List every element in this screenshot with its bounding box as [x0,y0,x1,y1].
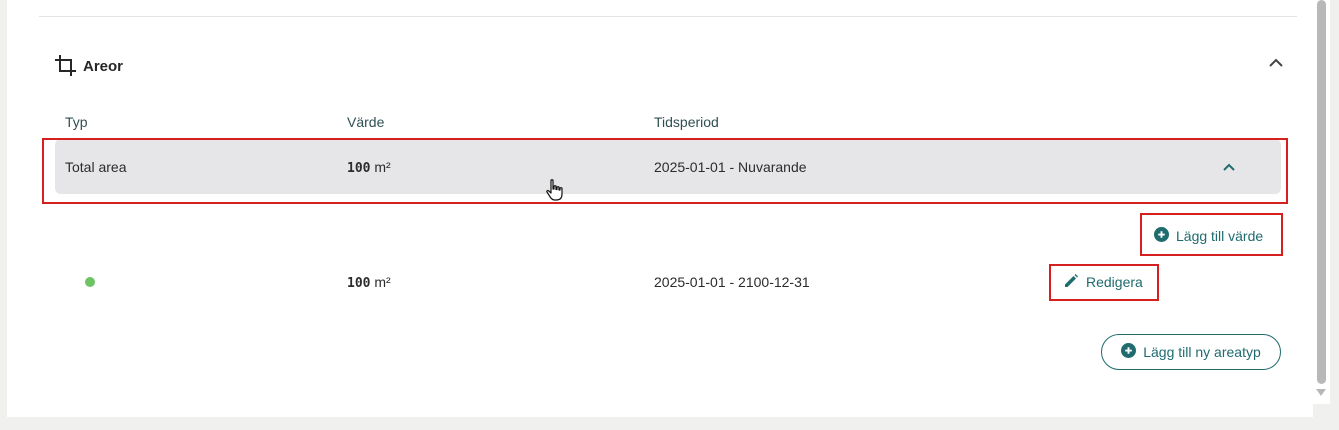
status-dot [85,277,95,287]
divider [39,16,1297,17]
pencil-icon [1063,273,1079,292]
plus-circle-icon [1154,227,1169,245]
collapse-row-button[interactable] [1221,159,1237,175]
row-period: 2025-01-01 - Nuvarande [654,159,807,175]
crop-icon [55,55,77,77]
detail-value-number: 100 [347,276,371,291]
add-area-type-label: Lägg till ny areatyp [1143,344,1261,360]
row-value-number: 100 [347,161,371,176]
edit-label: Redigera [1086,274,1143,290]
add-area-type-button[interactable]: Lägg till ny areatyp [1101,334,1281,370]
row-value-unit: m² [374,159,391,175]
areas-card: Areor Typ Värde Tidsperiod Total area 10… [7,0,1313,417]
scroll-down-arrow-icon[interactable] [1316,389,1326,396]
plus-circle-icon [1121,343,1137,361]
row-type: Total area [65,159,127,175]
edit-button[interactable]: Redigera [1063,272,1143,292]
hand-cursor-icon [545,178,565,207]
detail-period: 2025-01-01 - 2100-12-31 [654,274,810,290]
chevron-up-icon [1269,54,1283,72]
add-value-button[interactable]: Lägg till värde [1154,226,1263,246]
section-header: Areor [55,52,123,80]
chevron-up-icon [1223,158,1235,176]
collapse-section-button[interactable] [1265,52,1287,74]
row-value: 100 m² [347,159,391,176]
add-value-label: Lägg till värde [1176,228,1264,244]
column-header-period: Tidsperiod [654,114,719,130]
detail-value-unit: m² [374,274,391,290]
detail-value: 100 m² [347,274,391,291]
scrollbar-thumb[interactable] [1317,0,1326,384]
vertical-scrollbar[interactable] [1313,0,1330,404]
column-header-type: Typ [65,114,88,130]
column-header-value: Värde [347,114,385,130]
section-title: Areor [83,57,124,75]
table-row-total-area[interactable]: Total area 100 m² 2025-01-01 - Nuvarande [55,139,1281,194]
